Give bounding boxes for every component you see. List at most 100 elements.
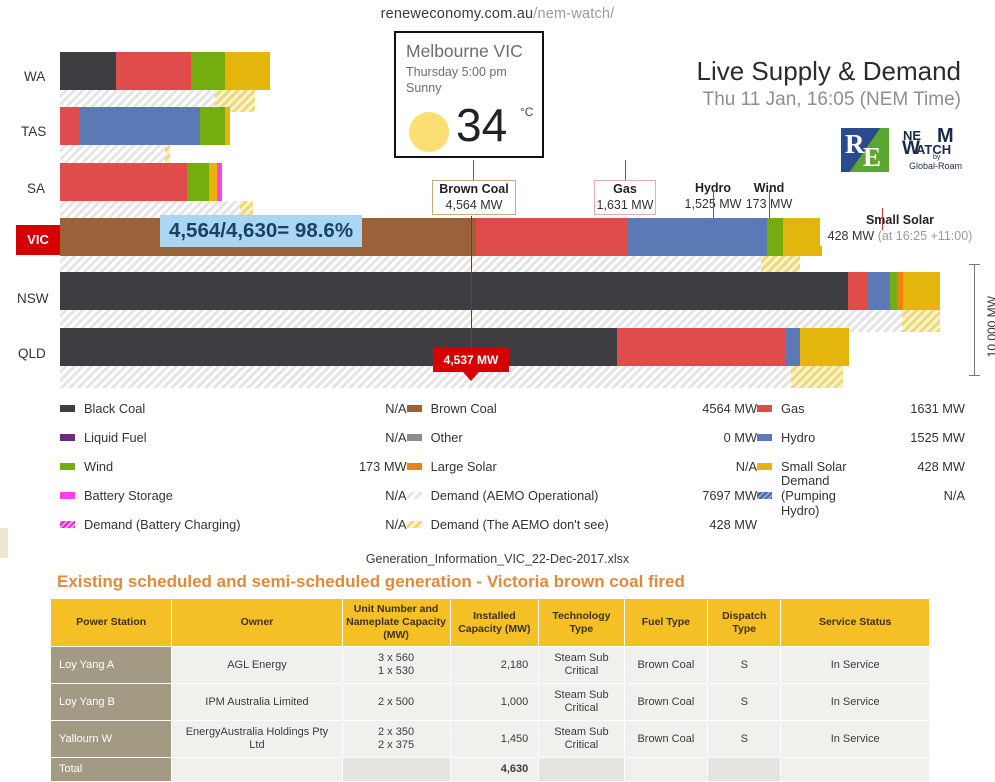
table-row[interactable]: Loy Yang A AGL Energy 3 x 560 1 x 530 2,… <box>49 646 930 684</box>
legend-item-demand-operational[interactable]: Demand (AEMO Operational) <box>406 488 619 503</box>
legend-swatch-liquid-fuel <box>60 434 75 441</box>
segment-battery-storage <box>217 163 222 201</box>
legend-item-other[interactable]: Other <box>406 430 619 445</box>
cell-total-label: Total <box>49 757 173 782</box>
legend-label-large-solar: Large Solar <box>430 459 497 474</box>
generation-bar-tas <box>60 107 230 145</box>
cell-capacity: 1,450 <box>449 720 540 758</box>
callout-gas[interactable]: Gas 1,631 MW <box>594 180 656 215</box>
legend-value-wind: 173 MW <box>358 459 407 474</box>
legend-value-battery-storage: N/A <box>385 488 407 503</box>
legend-swatch-other <box>406 434 422 441</box>
legend-item-battery-storage[interactable]: Battery Storage <box>60 488 272 503</box>
segment-wind <box>767 218 783 256</box>
legend-swatch-brown-coal <box>406 405 422 412</box>
legend-swatch-small-solar <box>757 463 773 470</box>
cell-station: Loy Yang B <box>49 683 173 721</box>
cell-capacity: 1,000 <box>449 683 540 721</box>
source-filename: Generation_Information_VIC_22-Dec-2017.x… <box>365 552 630 566</box>
cell-owner: EnergyAustralia Holdings Pty Ltd <box>171 720 343 758</box>
cell-tech: Steam Sub Critical <box>538 646 625 684</box>
th-unit-nameplate[interactable]: Unit Number and Nameplate Capacity (MW) <box>341 598 451 647</box>
legend-item-black-coal[interactable]: Black Coal <box>60 401 272 416</box>
legend-item-liquid-fuel[interactable]: Liquid Fuel <box>60 430 272 445</box>
legend-value-demand-pumping-hydro: N/A <box>943 488 965 503</box>
cell-dispatch: S <box>707 646 782 684</box>
cell-station: Loy Yang A <box>49 646 173 684</box>
legend-value-demand-battery-charging: N/A <box>385 517 407 532</box>
legend-item-brown-coal[interactable]: Brown Coal <box>406 401 619 416</box>
legend-value-black-coal: N/A <box>385 401 407 416</box>
cell-owner: IPM Australia Limited <box>171 683 343 721</box>
table-row[interactable]: Loy Yang B IPM Australia Limited 2 x 500… <box>49 683 930 721</box>
region-label-nsw[interactable]: NSW <box>17 291 49 306</box>
cell-total-dispatch <box>707 757 782 782</box>
table-row[interactable]: Yallourn W EnergyAustralia Holdings Pty … <box>49 720 930 758</box>
segment-small-solar <box>209 163 217 201</box>
segment-demand-operational <box>60 366 791 388</box>
region-label-vic[interactable]: VIC <box>16 225 71 255</box>
th-fuel-type[interactable]: Fuel Type <box>623 598 709 647</box>
legend-item-hydro[interactable]: Hydro <box>757 430 873 445</box>
segment-gas <box>60 107 80 145</box>
region-label-qld[interactable]: QLD <box>18 346 46 361</box>
legend-item-small-solar[interactable]: Small Solar <box>757 459 873 474</box>
legend-row: Black Coal N/A Brown Coal 4564 MW Gas 16… <box>60 394 965 423</box>
legend-item-demand-pumping-hydro[interactable]: Demand (Pumping Hydro) <box>757 473 873 518</box>
legend-swatch-black-coal <box>60 405 75 412</box>
legend-label-demand-battery-charging: Demand (Battery Charging) <box>84 517 241 532</box>
legend-row: Battery Storage N/A Demand (AEMO Operati… <box>60 473 965 518</box>
legend-item-gas[interactable]: Gas <box>757 401 873 416</box>
cell-status: In Service <box>780 683 930 721</box>
table-header-row: Power Station Owner Unit Number and Name… <box>49 598 930 647</box>
legend-value-demand-operational: 7697 MW <box>702 488 758 503</box>
segment-gas <box>116 52 191 90</box>
region-label-sa[interactable]: SA <box>27 181 45 196</box>
region-label-tas[interactable]: TAS <box>21 124 46 139</box>
region-label-wa[interactable]: WA <box>24 69 45 84</box>
legend-label-other: Other <box>430 430 463 445</box>
callout-brown-coal-leader <box>473 160 474 180</box>
supply-demand-chart: WA TAS SA NSW QLD VIC 4,564/4,630= 98.6%… <box>0 0 995 388</box>
legend-value-hydro: 1525 MW <box>910 430 965 445</box>
cell-units: 2 x 500 <box>341 683 451 721</box>
cell-total-owner <box>171 757 343 782</box>
segment-gas <box>476 218 628 256</box>
th-installed-capacity[interactable]: Installed Capacity (MW) <box>449 598 540 647</box>
legend-item-large-solar[interactable]: Large Solar <box>406 459 619 474</box>
segment-hydro <box>786 328 800 366</box>
vic-demand-flag[interactable]: 4,537 MW <box>433 348 509 381</box>
chart-legend: Black Coal N/A Brown Coal 4564 MW Gas 16… <box>60 394 965 539</box>
th-technology-type[interactable]: Technology Type <box>538 598 625 647</box>
legend-swatch-hydro <box>757 434 773 441</box>
legend-swatch-demand-battery-charging <box>60 521 75 528</box>
cell-station: Yallourn W <box>49 720 173 758</box>
legend-value-gas: 1631 MW <box>910 401 965 416</box>
cell-fuel: Brown Coal <box>623 683 709 721</box>
segment-hydro <box>628 218 767 256</box>
th-power-station[interactable]: Power Station <box>49 598 173 647</box>
callout-small-solar-mw: 428 MW <box>827 229 875 243</box>
th-service-status[interactable]: Service Status <box>780 598 930 647</box>
th-dispatch-type[interactable]: Dispatch Type <box>707 598 782 647</box>
segment-small-solar <box>225 107 230 145</box>
table-title: Existing scheduled and semi-scheduled ge… <box>57 572 685 591</box>
cell-status: In Service <box>780 720 930 758</box>
legend-item-wind[interactable]: Wind <box>60 459 272 474</box>
cell-fuel: Brown Coal <box>623 646 709 684</box>
callout-gas-value: 1,631 MW <box>596 198 654 212</box>
segment-gas <box>617 328 786 366</box>
th-owner[interactable]: Owner <box>171 598 343 647</box>
legend-item-demand-unseen[interactable]: Demand (The AEMO don't see) <box>406 517 619 532</box>
cell-total-capacity: 4,630 <box>449 757 540 782</box>
legend-item-demand-battery-charging[interactable]: Demand (Battery Charging) <box>60 517 272 532</box>
generation-bar-nsw <box>60 272 940 310</box>
callout-brown-coal[interactable]: Brown Coal 4,564 MW <box>432 180 516 215</box>
legend-label-demand-pumping-hydro: Demand (Pumping Hydro) <box>781 473 836 518</box>
cell-capacity: 2,180 <box>449 646 540 684</box>
cell-tech: Steam Sub Critical <box>538 683 625 721</box>
segment-small-solar <box>800 328 849 366</box>
legend-label-gas: Gas <box>781 401 805 416</box>
segment-gas <box>848 272 868 310</box>
callout-small-solar[interactable]: Small Solar 428 MW (at 16:25 +11:00) <box>820 212 980 246</box>
